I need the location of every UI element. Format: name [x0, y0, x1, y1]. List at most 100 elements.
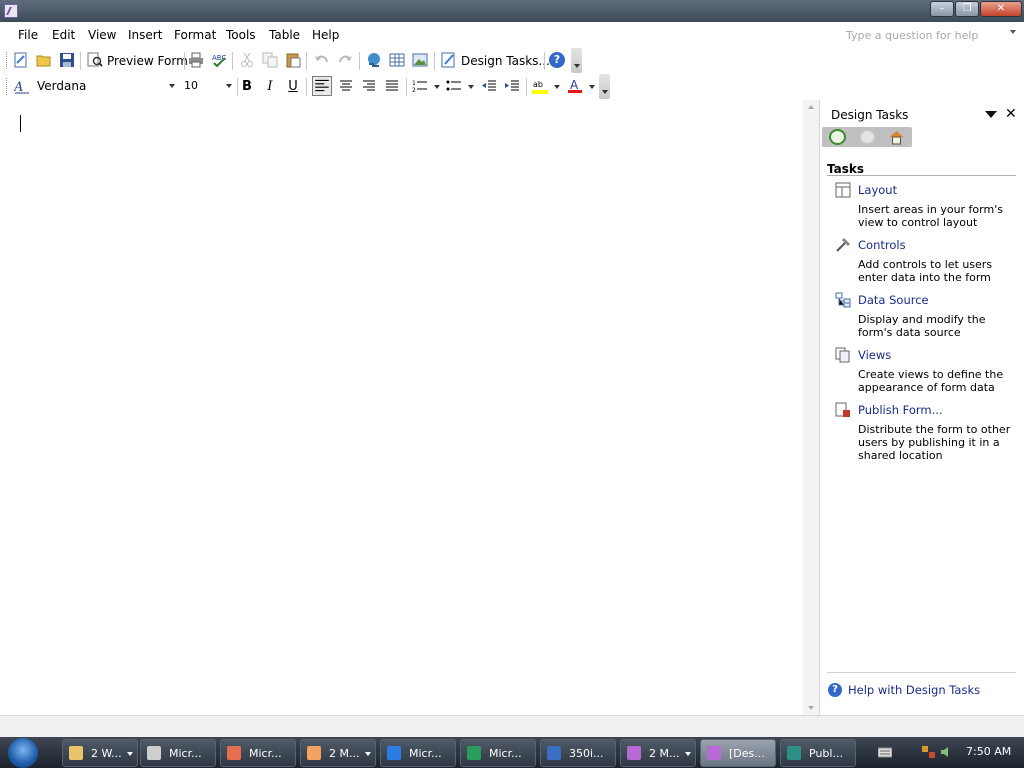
styles-icon[interactable]: A — [14, 78, 30, 94]
font-color-icon[interactable]: A — [567, 78, 583, 94]
taskbar-button[interactable]: 350i... — [540, 739, 616, 767]
publish-form-description: Distribute the form to other users by pu… — [858, 423, 1011, 462]
chevron-down-icon[interactable] — [1010, 30, 1016, 34]
chevron-down-icon[interactable] — [554, 85, 560, 89]
menu-edit[interactable]: Edit — [52, 28, 75, 42]
vertical-scrollbar[interactable] — [803, 100, 819, 715]
infopath-app-icon[interactable] — [4, 4, 18, 18]
decrease-indent-icon[interactable] — [481, 78, 497, 94]
font-size-combo[interactable]: 10 — [184, 76, 234, 96]
title-bar: – ❐ ✕ — [0, 0, 1024, 22]
taskbar-button[interactable]: 2 W... — [62, 739, 138, 767]
menu-table[interactable]: Table — [269, 28, 300, 42]
chevron-down-icon[interactable] — [226, 84, 232, 88]
justify-icon[interactable] — [384, 78, 400, 94]
paste-icon[interactable] — [285, 52, 301, 68]
layout-link[interactable]: Layout — [858, 183, 897, 197]
align-center-icon[interactable] — [338, 78, 354, 94]
taskbar-button[interactable]: Micr... — [140, 739, 216, 767]
scroll-up-icon[interactable] — [808, 105, 814, 109]
undo-icon[interactable] — [314, 52, 330, 68]
restore-button[interactable]: ❐ — [955, 1, 979, 17]
publisher-icon — [787, 746, 801, 760]
cut-icon[interactable] — [239, 52, 255, 68]
publish-form-link[interactable]: Publish Form... — [858, 403, 943, 417]
data-source-link[interactable]: Data Source — [858, 293, 929, 307]
close-button[interactable]: ✕ — [980, 1, 1022, 17]
folder-icon — [69, 746, 83, 760]
start-button[interactable] — [8, 738, 38, 768]
toolbar-grip[interactable] — [6, 78, 9, 95]
chevron-down-icon[interactable] — [127, 752, 133, 756]
help-link[interactable]: Help with Design Tasks — [848, 683, 980, 697]
chevron-down-icon[interactable] — [169, 84, 175, 88]
hyperlink-icon[interactable] — [366, 52, 382, 68]
home-icon[interactable] — [888, 129, 905, 145]
volume-icon[interactable] — [940, 746, 954, 758]
back-icon[interactable] — [829, 129, 846, 145]
toolbar-options-button[interactable] — [599, 74, 610, 99]
views-icon — [835, 347, 850, 363]
design-tasks-button[interactable]: Design Tasks... — [461, 54, 550, 68]
toolbar-grip[interactable] — [6, 52, 9, 69]
design-tasks-icon[interactable] — [441, 52, 457, 68]
forward-icon[interactable] — [859, 129, 876, 145]
help-question-box[interactable]: Type a question for help — [842, 28, 1022, 44]
taskbar-button[interactable]: Publ... — [780, 739, 856, 767]
bold-button[interactable]: B — [238, 78, 256, 96]
taskbar-button[interactable]: [Des... — [700, 739, 776, 767]
taskbar-button[interactable]: 2 M... — [300, 739, 376, 767]
chevron-down-icon[interactable] — [434, 85, 440, 89]
open-folder-icon[interactable] — [36, 52, 52, 68]
chevron-down-icon[interactable] — [685, 752, 691, 756]
chevron-down-icon[interactable] — [365, 752, 371, 756]
menu-file[interactable]: File — [18, 28, 38, 42]
highlight-icon[interactable]: ab — [532, 78, 548, 94]
bullet-list-icon[interactable] — [446, 78, 462, 94]
font-name-combo[interactable]: Verdana — [37, 76, 177, 96]
menu-view[interactable]: View — [88, 28, 116, 42]
copy-icon[interactable] — [262, 52, 278, 68]
taskbar-button[interactable]: 2 M... — [620, 739, 696, 767]
windows-taskbar: 2 W... Micr... Micr... 2 M... Micr... Micr...… — [0, 737, 1024, 768]
align-right-icon[interactable] — [361, 78, 377, 94]
italic-button[interactable]: I — [261, 78, 279, 96]
print-icon[interactable] — [188, 52, 204, 68]
toolbar-options-button[interactable] — [571, 48, 582, 73]
preview-form-button[interactable]: Preview Form — [107, 54, 188, 68]
chevron-down-icon[interactable] — [468, 85, 474, 89]
increase-indent-icon[interactable] — [504, 78, 520, 94]
help-icon: ? — [828, 683, 842, 697]
save-icon[interactable] — [59, 52, 75, 68]
scroll-down-icon[interactable] — [808, 706, 814, 710]
underline-button[interactable]: U — [284, 78, 302, 96]
taskpane-menu-icon[interactable] — [985, 111, 997, 118]
preview-icon[interactable] — [87, 52, 103, 68]
menu-format[interactable]: Format — [174, 28, 216, 42]
toolbar-separator — [232, 52, 233, 70]
align-left-icon[interactable] — [312, 76, 332, 96]
taskbar-button[interactable]: Micr... — [460, 739, 536, 767]
insert-table-icon[interactable] — [389, 52, 405, 68]
spelling-icon[interactable]: ABC — [211, 52, 227, 68]
keyboard-icon[interactable] — [878, 746, 892, 758]
chevron-down-icon[interactable] — [589, 85, 595, 89]
help-icon[interactable]: ? — [549, 52, 565, 68]
controls-link[interactable]: Controls — [858, 238, 906, 252]
minimize-button[interactable]: – — [930, 1, 954, 17]
taskbar-button[interactable]: Micr... — [220, 739, 296, 767]
close-icon[interactable]: ✕ — [1005, 106, 1017, 122]
form-design-canvas[interactable] — [0, 100, 803, 715]
menu-tools[interactable]: Tools — [226, 28, 256, 42]
menu-insert[interactable]: Insert — [128, 28, 162, 42]
redo-icon[interactable] — [337, 52, 353, 68]
network-icon[interactable] — [922, 746, 936, 758]
system-clock[interactable]: 7:50 AM — [966, 745, 1011, 758]
insert-picture-icon[interactable] — [412, 52, 428, 68]
new-form-icon[interactable] — [13, 52, 29, 68]
taskbar-button[interactable]: Micr... — [380, 739, 456, 767]
views-link[interactable]: Views — [858, 348, 891, 362]
menu-help[interactable]: Help — [312, 28, 339, 42]
numbered-list-icon[interactable]: 12 — [412, 78, 428, 94]
taskpane-title[interactable]: Design Tasks — [831, 108, 908, 122]
